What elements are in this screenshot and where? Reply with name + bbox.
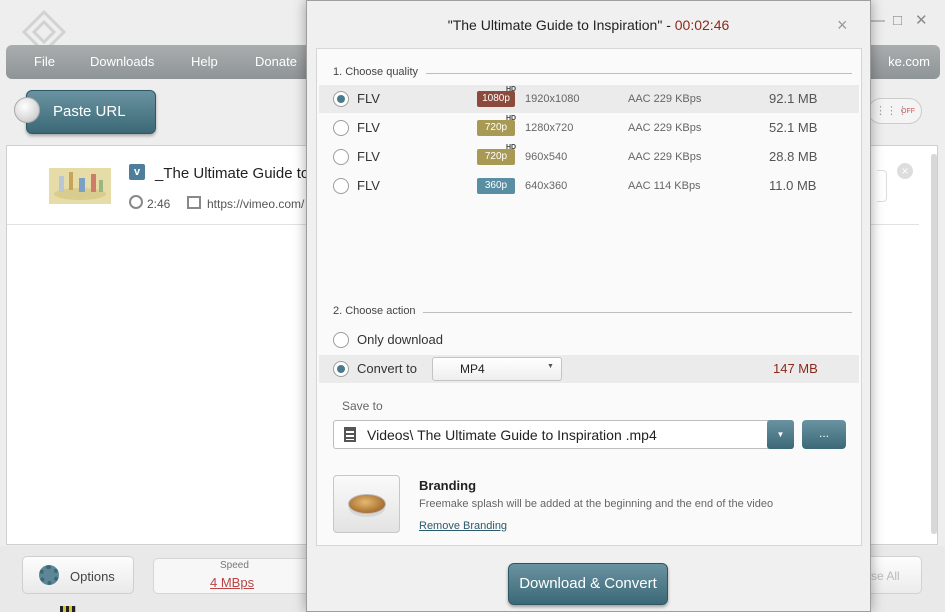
quality-resolution: 1280x720	[525, 122, 574, 134]
film-icon	[187, 196, 201, 209]
dialog-title: "The Ultimate Guide to Inspiration" - 00…	[307, 17, 870, 33]
action-heading: 2. Choose action	[333, 305, 416, 317]
menu-file[interactable]: File	[34, 54, 55, 69]
item-action-edge[interactable]	[877, 170, 887, 202]
radio-button[interactable]	[333, 361, 349, 377]
radio-button[interactable]	[333, 149, 349, 165]
speed-limit-box[interactable]: Speed 4 MBps	[153, 558, 313, 594]
quality-audio: AAC 229 KBps	[628, 122, 702, 134]
clipboard-toggle[interactable]: ⋮⋮⋮ OFF	[868, 98, 922, 124]
quality-resolution: 960x540	[525, 151, 568, 163]
branding-description: Freemake splash will be added at the beg…	[419, 498, 774, 510]
quality-size: 28.8 MB	[769, 149, 818, 164]
quality-option[interactable]: FLV 720p HD 960x540 AAC 229 KBps 28.8 MB	[319, 143, 859, 171]
quality-resolution: 640x360	[525, 180, 568, 192]
item-url[interactable]: https://vimeo.com/	[207, 197, 304, 211]
quality-option[interactable]: FLV 720p HD 1280x720 AAC 229 KBps 52.1 M…	[319, 114, 859, 142]
menu-donate[interactable]: Donate	[255, 54, 297, 69]
download-convert-button[interactable]: Download & Convert	[508, 563, 668, 605]
menu-downloads[interactable]: Downloads	[90, 54, 154, 69]
convert-to-label: Convert to	[357, 361, 417, 376]
only-download-label: Only download	[357, 332, 443, 347]
options-button[interactable]: Options	[22, 556, 134, 594]
quality-format: FLV	[357, 120, 380, 135]
remove-branding-link[interactable]: Remove Branding	[419, 520, 507, 532]
quality-size: 11.0 MB	[769, 178, 817, 193]
convert-format-select[interactable]: MP4 ▼	[432, 357, 562, 381]
pause-all-label: se All	[871, 569, 900, 583]
branding-thumbnail	[333, 475, 400, 533]
options-label: Options	[70, 569, 115, 584]
radio-button[interactable]	[333, 120, 349, 136]
quality-audio: AAC 114 KBps	[628, 180, 701, 192]
dialog-close-icon[interactable]: ×	[837, 15, 848, 35]
quality-option[interactable]: FLV 1080p HD 1920x1080 AAC 229 KBps 92.1…	[319, 85, 859, 113]
item-duration: 2:46	[147, 197, 171, 211]
quality-format: FLV	[357, 178, 380, 193]
quality-badge: 1080p	[477, 91, 515, 107]
browse-button[interactable]: ...	[802, 420, 846, 449]
vimeo-icon: v	[129, 164, 145, 180]
quality-size: 92.1 MB	[769, 91, 818, 106]
save-path-dropdown-icon[interactable]: ▼	[767, 420, 794, 449]
hd-label: HD	[506, 86, 517, 93]
hd-label: HD	[506, 144, 517, 151]
quality-heading: 1. Choose quality	[333, 66, 418, 78]
speed-label: Speed	[220, 560, 249, 571]
divider	[426, 73, 852, 74]
remove-item-icon[interactable]: ×	[897, 163, 913, 179]
dropdown-arrow-icon: ▼	[547, 363, 554, 370]
quality-badge: 720p	[477, 120, 515, 136]
brand-text: ke.com	[888, 54, 930, 69]
clock-icon	[129, 195, 143, 209]
quality-badge: 720p	[477, 149, 515, 165]
speed-value[interactable]: 4 MBps	[210, 575, 254, 590]
taskbar-strip	[60, 606, 76, 612]
quality-audio: AAC 229 KBps	[628, 93, 702, 105]
window-close-icon[interactable]: ✕	[915, 12, 928, 30]
dialog-panel: 1. Choose quality FLV 1080p HD 1920x1080…	[316, 48, 862, 546]
quality-option[interactable]: FLV 360p 640x360 AAC 114 KBps 11.0 MB	[319, 172, 859, 200]
radio-button[interactable]	[333, 178, 349, 194]
quality-format: FLV	[357, 149, 380, 164]
minimize-icon[interactable]: —	[870, 12, 885, 30]
dialog-title-text: "The Ultimate Guide to Inspiration" -	[447, 17, 675, 33]
maximize-icon[interactable]: □	[893, 12, 902, 30]
quality-badge: 360p	[477, 178, 515, 194]
action-convert[interactable]: Convert to MP4 ▼ 147 MB	[319, 355, 859, 383]
list-scrollbar[interactable]	[931, 154, 937, 534]
hd-label: HD	[506, 115, 517, 122]
quality-size: 52.1 MB	[769, 120, 818, 135]
divider	[423, 312, 852, 313]
quality-audio: AAC 229 KBps	[628, 151, 702, 163]
radio-button[interactable]	[333, 91, 349, 107]
gear-icon	[39, 565, 59, 585]
paste-url-button[interactable]: Paste URL	[14, 90, 156, 134]
download-options-dialog: "The Ultimate Guide to Inspiration" - 00…	[306, 0, 871, 612]
toggle-off-label: OFF	[901, 108, 915, 115]
quality-resolution: 1920x1080	[525, 93, 580, 105]
radio-button[interactable]	[333, 332, 349, 348]
save-path-field[interactable]: Videos\ The Ultimate Guide to Inspiratio…	[333, 420, 794, 449]
save-to-label: Save to	[342, 399, 383, 413]
globe-icon	[14, 97, 40, 123]
quality-format: FLV	[357, 91, 380, 106]
film-file-icon	[344, 427, 356, 442]
item-title: _The Ultimate Guide to In	[155, 165, 326, 182]
menu-help[interactable]: Help	[191, 54, 218, 69]
save-path-text: Videos\ The Ultimate Guide to Inspiratio…	[367, 427, 657, 443]
convert-format-value: MP4	[460, 362, 485, 376]
video-thumbnail	[49, 168, 111, 204]
convert-size: 147 MB	[773, 361, 818, 376]
paste-url-label: Paste URL	[26, 90, 156, 134]
dialog-duration: 00:02:46	[674, 17, 730, 33]
action-only-download[interactable]: Only download	[319, 326, 859, 354]
branding-heading: Branding	[419, 478, 477, 493]
